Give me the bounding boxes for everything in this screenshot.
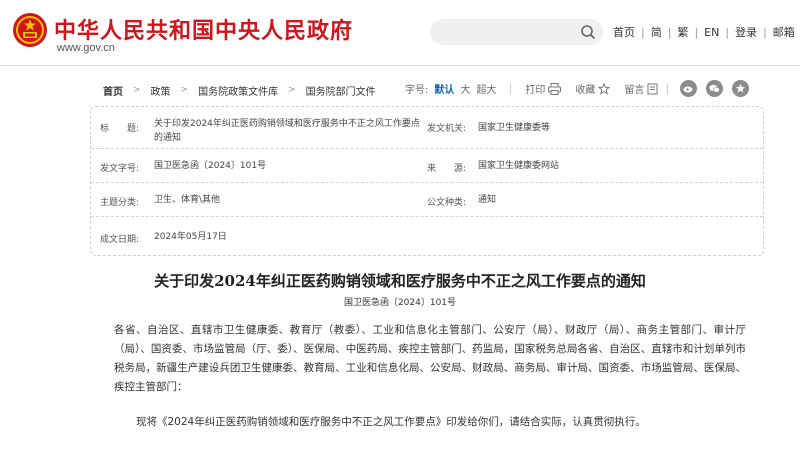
divider bbox=[667, 83, 669, 94]
nav-login[interactable]: 登录 bbox=[735, 24, 757, 40]
national-emblem-icon[interactable] bbox=[12, 12, 48, 48]
info-row: 发文字号: 国卫医急函〔2024〕101号 来 源: 国家卫生健康委网站 bbox=[91, 149, 763, 183]
nav-simplified[interactable]: 简 bbox=[651, 24, 662, 40]
nav-home[interactable]: 首页 bbox=[613, 24, 635, 40]
chevron-right-icon: > bbox=[288, 85, 296, 95]
chevron-right-icon: > bbox=[180, 85, 189, 95]
info-row: 标 题: 关于印发2024年纠正医药购销领域和医疗服务中不正之风工作要点的通知 … bbox=[91, 107, 763, 149]
nav-separator: | bbox=[694, 25, 699, 39]
weibo-icon[interactable] bbox=[680, 80, 697, 97]
title-value: 关于印发2024年纠正医药购销领域和医疗服务中不正之风工作要点的通知 bbox=[154, 119, 420, 143]
favorite-label: 收藏 bbox=[575, 85, 596, 96]
site-url: www.gov.cn bbox=[57, 42, 115, 54]
breadcrumb-home[interactable]: 首页 bbox=[103, 83, 123, 98]
share-bar bbox=[680, 80, 758, 97]
type-value: 通知 bbox=[478, 195, 497, 205]
breadcrumb-policy[interactable]: 政策 bbox=[151, 83, 171, 98]
nav-separator: | bbox=[667, 25, 672, 39]
docno-value: 国卫医急函〔2024〕101号 bbox=[154, 161, 267, 171]
wechat-icon[interactable] bbox=[706, 80, 723, 97]
document-info-table: 标 题: 关于印发2024年纠正医药购销领域和医疗服务中不正之风工作要点的通知 … bbox=[90, 106, 764, 256]
breadcrumb-policy-library[interactable]: 国务院政策文件库 bbox=[198, 83, 278, 98]
print-label: 打印 bbox=[525, 85, 546, 96]
nav-separator: | bbox=[725, 25, 730, 39]
divider bbox=[510, 83, 512, 94]
font-size-default[interactable]: 默认 bbox=[434, 81, 454, 96]
nav-mailbox[interactable]: 邮箱 bbox=[773, 24, 795, 40]
date-label: 成文日期: bbox=[100, 235, 140, 245]
top-nav: 首页 | 简 | 繁 | EN | 登录 | 邮箱 bbox=[613, 24, 795, 40]
comment-label: 留言 bbox=[624, 85, 645, 96]
article-recipients: 各省、自治区、直辖市卫生健康委、教育厅（教委）、工业和信息化主管部门、公安厅（局… bbox=[114, 324, 746, 393]
nav-separator: | bbox=[763, 25, 767, 39]
chevron-right-icon: > bbox=[133, 85, 141, 95]
type-label: 公文种类: bbox=[427, 198, 467, 208]
site-title[interactable]: 中华人民共和国中央人民政府 bbox=[54, 13, 353, 45]
article-paragraph: 现将《2024年纠正医药购销领域和医疗服务中不正之风工作要点》印发给你们，请结合… bbox=[136, 416, 646, 428]
article-doc-number: 国卫医急函〔2024〕101号 bbox=[343, 298, 457, 308]
article-tools: 字号: 默认 大 超大 打印 收藏 留言 bbox=[405, 81, 669, 96]
favorite-button[interactable]: 收藏 bbox=[575, 81, 611, 96]
date-value: 2024年05月17日 bbox=[154, 232, 227, 242]
article-title: 关于印发2024年纠正医药购销领域和医疗服务中不正之风工作要点的通知 bbox=[154, 272, 646, 290]
source-label: 来 源: bbox=[427, 164, 467, 174]
source-value: 国家卫生健康委网站 bbox=[478, 161, 560, 171]
font-size-label: 字号: bbox=[405, 85, 429, 96]
issuer-value: 国家卫生健康委等 bbox=[478, 123, 551, 133]
info-row: 成文日期: 2024年05月17日 bbox=[91, 217, 763, 255]
topic-label: 主题分类: bbox=[100, 198, 140, 208]
star-icon bbox=[598, 82, 611, 95]
edit-icon bbox=[647, 83, 658, 94]
font-size-xlarge[interactable]: 超大 bbox=[476, 81, 496, 96]
printer-icon bbox=[548, 82, 562, 95]
comment-button[interactable]: 留言 bbox=[624, 81, 659, 96]
topic-value: 卫生、体育\其他 bbox=[154, 195, 221, 205]
title-label: 标 题: bbox=[100, 124, 140, 134]
search-box bbox=[430, 19, 603, 45]
info-row: 主题分类: 卫生、体育\其他 公文种类: 通知 bbox=[91, 183, 763, 217]
favorite-star-icon[interactable] bbox=[732, 80, 749, 97]
docno-label: 发文字号: bbox=[100, 164, 140, 174]
font-size-large[interactable]: 大 bbox=[460, 81, 470, 96]
site-header: 中华人民共和国中央人民政府 www.gov.cn 首页 | 简 | 繁 | EN… bbox=[0, 0, 800, 66]
breadcrumb-department-docs[interactable]: 国务院部门文件 bbox=[306, 83, 376, 98]
print-button[interactable]: 打印 bbox=[525, 81, 562, 96]
search-input[interactable] bbox=[442, 23, 572, 41]
search-icon[interactable] bbox=[580, 24, 596, 40]
nav-separator: | bbox=[641, 25, 645, 39]
nav-english[interactable]: EN bbox=[704, 26, 719, 39]
nav-traditional[interactable]: 繁 bbox=[677, 24, 688, 40]
issuer-label: 发文机关: bbox=[427, 124, 467, 134]
